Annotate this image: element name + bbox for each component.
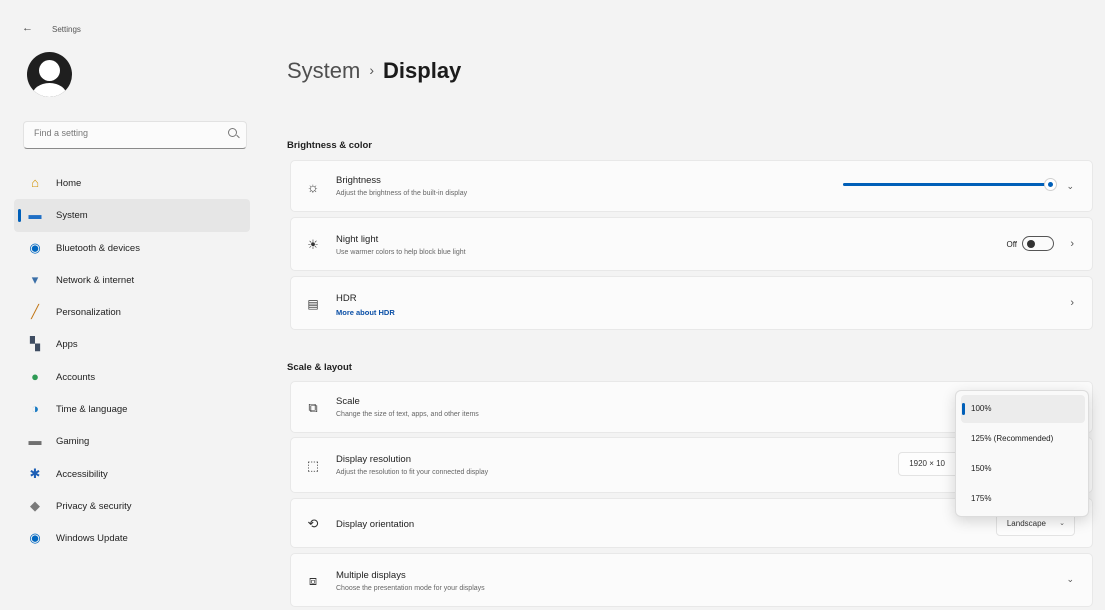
section-heading-brightness: Brightness & color (287, 140, 372, 151)
sidebar-item-personalization[interactable]: ╱ Personalization (14, 296, 250, 328)
globe-icon: ◑ (31, 401, 39, 417)
home-icon: ⌂ (31, 175, 39, 190)
sidebar-item-label: Bluetooth & devices (56, 242, 140, 254)
orientation-value: Landscape (1006, 519, 1046, 528)
night-light-title: Night light (336, 234, 379, 245)
scale-option-label: 125% (Recommended) (971, 434, 1054, 443)
scale-option-label: 100% (971, 404, 992, 413)
chevron-right-icon[interactable]: › (1070, 238, 1074, 250)
breadcrumb: System › Display (287, 58, 461, 84)
avatar-body-shape (32, 83, 67, 97)
sidebar-item-label: Accessibility (56, 468, 108, 480)
shield-icon: ◆ (30, 497, 40, 513)
hdr-card[interactable]: ▤ HDR More about HDR › (290, 276, 1093, 330)
avatar[interactable] (27, 52, 72, 97)
night-light-sun-icon: ☀ (307, 237, 319, 252)
chevron-right-icon[interactable]: › (1070, 297, 1074, 309)
chevron-down-icon[interactable]: ⌄ (1066, 574, 1074, 585)
brightness-sun-icon: ☼ (306, 179, 320, 195)
orientation-icon: ⟲ (307, 516, 319, 531)
sidebar-item-apps[interactable]: ▚ Apps (14, 328, 250, 360)
multiple-displays-title: Multiple displays (336, 570, 406, 581)
selection-indicator (962, 403, 965, 415)
back-arrow-icon[interactable]: ← (22, 22, 33, 34)
night-light-desc: Use warmer colors to help block blue lig… (336, 249, 466, 256)
search-input[interactable] (34, 128, 214, 138)
sidebar-item-windows-update[interactable]: ◉ Windows Update (14, 522, 250, 554)
search-box[interactable] (23, 121, 247, 149)
multiple-displays-desc: Choose the presentation mode for your di… (336, 585, 485, 592)
resolution-value: 1920 × 10 (909, 459, 945, 468)
sidebar-item-accessibility[interactable]: ✱ Accessibility (14, 458, 250, 490)
apps-icon: ▚ (30, 336, 40, 352)
sidebar-item-label: Windows Update (56, 533, 128, 545)
night-light-toggle[interactable] (1022, 236, 1054, 251)
sidebar-item-network[interactable]: ▾ Network & internet (14, 264, 250, 296)
night-light-state: Off (1006, 240, 1017, 249)
hdr-icon: ▤ (307, 297, 319, 311)
sidebar-item-gaming[interactable]: ▬ Gaming (14, 425, 250, 457)
scale-option-175[interactable]: 175% (961, 485, 1085, 513)
sidebar-item-privacy[interactable]: ◆ Privacy & security (14, 490, 250, 522)
avatar-head-shape (39, 60, 60, 81)
accounts-icon: ● (31, 368, 39, 384)
sidebar-item-label: Accounts (56, 371, 96, 383)
sidebar-item-label: Home (56, 178, 82, 189)
night-light-card[interactable]: ☀ Night light Use warmer colors to help … (290, 217, 1093, 271)
window-title: Settings (52, 25, 81, 34)
network-icon: ▾ (31, 271, 39, 287)
hdr-link[interactable]: More about HDR (336, 308, 395, 317)
chevron-right-icon: › (369, 62, 375, 78)
brightness-slider-thumb[interactable] (1044, 178, 1057, 191)
sidebar-item-label: Personalization (56, 307, 121, 319)
sidebar-item-label: Time & language (56, 404, 128, 416)
brightness-card[interactable]: ☼ Brightness Adjust the brightness of th… (290, 160, 1093, 212)
brightness-title: Brightness (336, 175, 381, 186)
scale-option-125[interactable]: 125% (Recommended) (961, 425, 1085, 453)
sidebar-item-label: System (56, 210, 88, 222)
sidebar-nav: ⌂ Home ▬ System ◉ Bluetooth & devices ▾ … (14, 167, 250, 555)
scale-option-label: 175% (971, 494, 992, 503)
scale-icon: ⧉ (308, 400, 318, 415)
sidebar-item-home[interactable]: ⌂ Home (14, 167, 250, 199)
gaming-icon: ▬ (28, 433, 42, 449)
section-heading-scale: Scale & layout (287, 362, 352, 373)
system-icon: ▬ (28, 207, 42, 223)
brush-icon: ╱ (31, 304, 39, 320)
scale-option-100[interactable]: 100% (961, 395, 1085, 423)
resolution-icon: ⬚ (306, 458, 320, 473)
sidebar-item-label: Privacy & security (56, 500, 132, 512)
page-title: Display (383, 58, 462, 83)
sidebar-item-label: Network & internet (56, 274, 135, 286)
resolution-desc: Adjust the resolution to fit your connec… (336, 469, 489, 476)
orientation-title: Display orientation (336, 519, 415, 530)
sidebar-item-accounts[interactable]: ● Accounts (14, 361, 250, 393)
breadcrumb-parent[interactable]: System (287, 58, 360, 83)
brightness-slider-fill (843, 183, 1050, 186)
scale-option-label: 150% (971, 464, 992, 473)
resolution-title: Display resolution (336, 454, 411, 465)
sidebar-item-label: Apps (56, 339, 78, 351)
accessibility-icon: ✱ (29, 465, 41, 481)
selection-indicator (18, 209, 21, 223)
sidebar-item-bluetooth[interactable]: ◉ Bluetooth & devices (14, 232, 250, 264)
bluetooth-icon: ◉ (29, 239, 41, 255)
scale-desc: Change the size of text, apps, and other… (336, 411, 479, 418)
chevron-down-icon[interactable]: ⌄ (1066, 181, 1074, 192)
scale-dropdown-menu: 100% 125% (Recommended) 150% 175% (955, 390, 1089, 517)
update-icon: ◉ (29, 530, 41, 546)
scale-option-150[interactable]: 150% (961, 455, 1085, 483)
multiple-displays-icon: ⧈ (308, 573, 318, 588)
brightness-desc: Adjust the brightness of the built-in di… (336, 190, 468, 197)
multiple-displays-card[interactable]: ⧈ Multiple displays Choose the presentat… (290, 553, 1093, 607)
search-icon[interactable] (228, 128, 237, 137)
scale-title: Scale (336, 396, 360, 407)
sidebar-item-label: Gaming (56, 436, 90, 448)
brightness-slider[interactable] (843, 178, 1057, 191)
hdr-title: HDR (336, 293, 357, 304)
sidebar-item-system[interactable]: ▬ System (14, 199, 250, 232)
sidebar-item-time-language[interactable]: ◑ Time & language (14, 393, 250, 425)
title-bar: ← Settings (0, 0, 1105, 34)
toggle-knob (1027, 240, 1035, 248)
